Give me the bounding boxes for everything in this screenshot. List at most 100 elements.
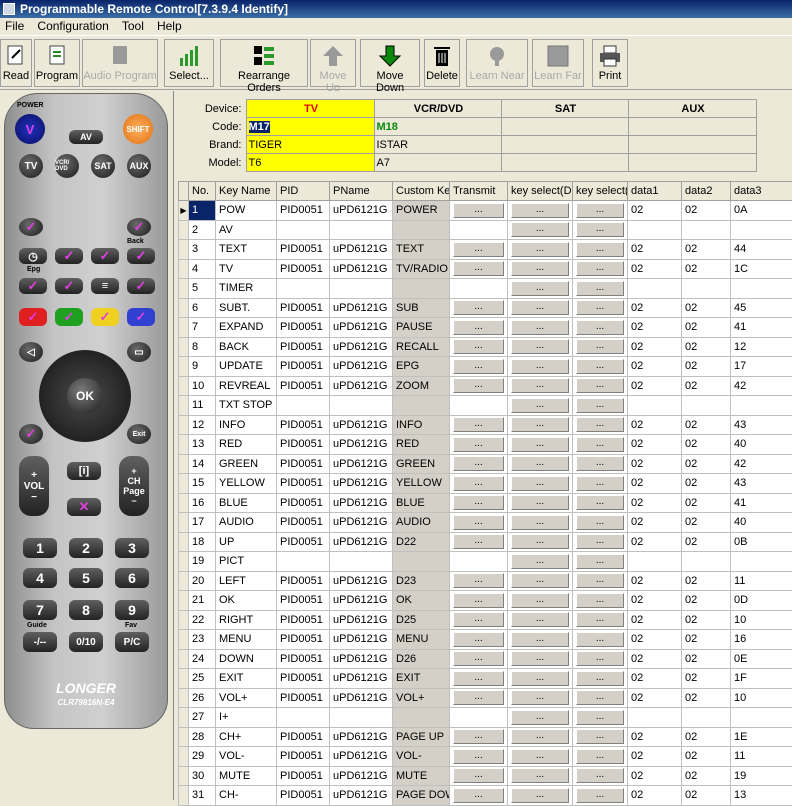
cell-data2[interactable]: 02 xyxy=(682,786,731,806)
cell-transmit[interactable]: ... xyxy=(450,532,508,552)
cell-key-select-da[interactable]: ... xyxy=(508,766,573,786)
cell-key-name[interactable]: I+ xyxy=(216,708,277,728)
cell-pname[interactable]: uPD6121G xyxy=(330,532,393,552)
delete-button[interactable]: Delete xyxy=(424,39,460,87)
key-select-da-button[interactable]: ... xyxy=(511,534,569,549)
cell-key-select-da[interactable]: ... xyxy=(508,532,573,552)
cell-pname[interactable]: uPD6121G xyxy=(330,298,393,318)
key-select-i-button[interactable]: ... xyxy=(576,495,624,510)
cell-data3[interactable]: 16 xyxy=(731,630,792,650)
device-tab-vcr-dvd[interactable]: VCR/DVD xyxy=(374,100,501,118)
cell-key-select-da[interactable]: ... xyxy=(508,688,573,708)
cell-data3[interactable]: 0B xyxy=(731,532,792,552)
transmit-button[interactable]: ... xyxy=(453,749,504,764)
learn-near-button[interactable]: Learn Near xyxy=(466,39,528,87)
column-header-pname[interactable]: PName xyxy=(330,182,393,201)
cell-pid[interactable] xyxy=(277,220,330,240)
cell-data1[interactable]: 02 xyxy=(628,435,682,455)
cell-key-name[interactable]: MENU xyxy=(216,630,277,650)
cell-key-select-i[interactable]: ... xyxy=(573,727,628,747)
cell-no[interactable]: 20 xyxy=(189,571,216,591)
cell-custom-key[interactable]: MUTE xyxy=(393,766,450,786)
cell-no[interactable]: 4 xyxy=(189,259,216,279)
transmit-button[interactable]: ... xyxy=(453,632,504,647)
cell-key-name[interactable]: DOWN xyxy=(216,649,277,669)
transmit-button[interactable]: ... xyxy=(453,690,504,705)
table-row[interactable]: 28CH+PID0051uPD6121GPAGE UP.........0202… xyxy=(179,727,792,747)
cell-data2[interactable]: 02 xyxy=(682,747,731,767)
cell-pname[interactable]: uPD6121G xyxy=(330,513,393,533)
key-select-i-button[interactable]: ... xyxy=(576,476,624,491)
table-row[interactable]: 18UPPID0051uPD6121GD22.........02020B xyxy=(179,532,792,552)
cell-no[interactable]: 16 xyxy=(189,493,216,513)
cell-pid[interactable] xyxy=(277,279,330,299)
remote-key-button[interactable]: ✓ xyxy=(55,278,83,294)
cell-data2[interactable]: 02 xyxy=(682,357,731,377)
cell-data2[interactable] xyxy=(682,220,731,240)
model-tv[interactable]: T6 xyxy=(246,154,374,172)
cell-transmit[interactable]: ... xyxy=(450,747,508,767)
cell-custom-key[interactable]: PAGE UP xyxy=(393,727,450,747)
cell-key-select-da[interactable]: ... xyxy=(508,669,573,689)
cell-pname[interactable]: uPD6121G xyxy=(330,591,393,611)
table-row[interactable]: 19PICT...... xyxy=(179,552,792,572)
cell-transmit[interactable]: ... xyxy=(450,376,508,396)
table-row[interactable]: 21OKPID0051uPD6121GOK.........02020D xyxy=(179,591,792,611)
key-select-da-button[interactable]: ... xyxy=(511,320,569,335)
remote-green-button[interactable]: ✓ xyxy=(55,308,83,326)
column-header-data2[interactable]: data2 xyxy=(682,182,731,201)
key-select-i-button[interactable]: ... xyxy=(576,261,624,276)
cell-transmit[interactable]: ... xyxy=(450,454,508,474)
key-select-da-button[interactable]: ... xyxy=(511,729,569,744)
table-row[interactable]: 4TVPID0051uPD6121GTV/RADIO.........02021… xyxy=(179,259,792,279)
cell-data3[interactable]: 10 xyxy=(731,688,792,708)
cell-pid[interactable]: PID0051 xyxy=(277,259,330,279)
key-select-i-button[interactable]: ... xyxy=(576,339,624,354)
cell-no[interactable]: 19 xyxy=(189,552,216,572)
cell-key-select-i[interactable]: ... xyxy=(573,649,628,669)
transmit-button[interactable]: ... xyxy=(453,476,504,491)
cell-data2[interactable]: 02 xyxy=(682,727,731,747)
cell-pname[interactable]: uPD6121G xyxy=(330,727,393,747)
remote-dash-button[interactable]: -/-- xyxy=(23,632,57,652)
remote-key-button[interactable]: ◷ xyxy=(19,248,47,264)
transmit-button[interactable]: ... xyxy=(453,437,504,452)
cell-data3[interactable]: 0A xyxy=(731,201,792,221)
key-select-i-button[interactable]: ... xyxy=(576,651,624,666)
cell-key-select-da[interactable]: ... xyxy=(508,747,573,767)
cell-key-select-da[interactable]: ... xyxy=(508,318,573,338)
cell-key-select-da[interactable]: ... xyxy=(508,279,573,299)
cell-key-select-da[interactable]: ... xyxy=(508,220,573,240)
cell-key-select-da[interactable]: ... xyxy=(508,513,573,533)
table-row[interactable]: 12INFOPID0051uPD6121GINFO.........020243 xyxy=(179,415,792,435)
cell-data2[interactable]: 02 xyxy=(682,669,731,689)
cell-key-name[interactable]: SUBT. xyxy=(216,298,277,318)
key-select-da-button[interactable]: ... xyxy=(511,554,569,569)
cell-key-name[interactable]: REVREAL xyxy=(216,376,277,396)
cell-transmit[interactable]: ... xyxy=(450,201,508,221)
cell-data3[interactable]: 0D xyxy=(731,591,792,611)
key-select-da-button[interactable]: ... xyxy=(511,476,569,491)
key-select-i-button[interactable]: ... xyxy=(576,534,624,549)
cell-key-select-i[interactable]: ... xyxy=(573,493,628,513)
cell-key-select-i[interactable]: ... xyxy=(573,298,628,318)
cell-data2[interactable]: 02 xyxy=(682,240,731,260)
key-select-i-button[interactable]: ... xyxy=(576,671,624,686)
cell-no[interactable]: 29 xyxy=(189,747,216,767)
cell-pid[interactable]: PID0051 xyxy=(277,493,330,513)
column-header-no[interactable]: No. xyxy=(189,182,216,201)
cell-key-select-da[interactable]: ... xyxy=(508,727,573,747)
cell-key-name[interactable]: TXT STOP xyxy=(216,396,277,416)
cell-transmit[interactable]: ... xyxy=(450,688,508,708)
cell-custom-key[interactable] xyxy=(393,552,450,572)
code-aux[interactable] xyxy=(628,118,756,136)
rearrange-orders-button[interactable]: Rearrange Orders xyxy=(220,39,308,87)
cell-data1[interactable]: 02 xyxy=(628,513,682,533)
cell-no[interactable]: 10 xyxy=(189,376,216,396)
cell-transmit[interactable] xyxy=(450,552,508,572)
cell-data3[interactable]: 19 xyxy=(731,766,792,786)
cell-data2[interactable]: 02 xyxy=(682,318,731,338)
transmit-button[interactable]: ... xyxy=(453,534,504,549)
cell-key-name[interactable]: YELLOW xyxy=(216,474,277,494)
key-select-i-button[interactable]: ... xyxy=(576,573,624,588)
